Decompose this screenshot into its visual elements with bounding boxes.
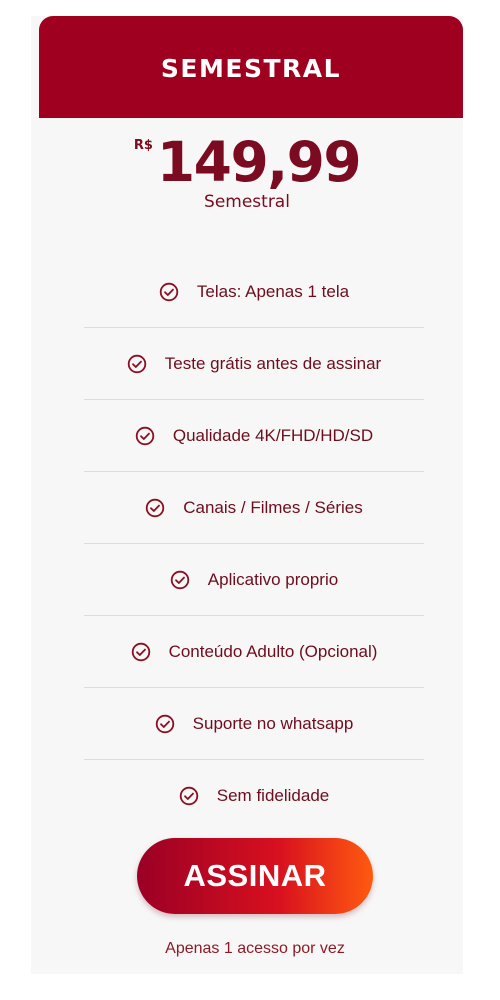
feature-label: Suporte no whatsapp [192,713,354,733]
check-circle-icon [155,714,174,733]
feature-item: Suporte no whatsapp [84,688,424,760]
feature-item: Canais / Filmes / Séries [84,472,424,544]
check-circle-icon [159,282,179,301]
check-circle-icon [179,786,198,806]
feature-label: Conteúdo Adulto (Opcional) [168,641,378,661]
feature-item: Conteúdo Adulto (Opcional) [84,616,424,688]
check-circle-icon [127,354,146,373]
feature-label: Telas: Apenas 1 tela [196,281,350,301]
access-note: Apenas 1 acesso por vez [165,940,345,957]
feature-label: Canais / Filmes / Séries [183,497,363,517]
price-row: R$ 149,99 [31,134,463,190]
feature-item: Sem fidelidade [84,760,424,832]
feature-label: Aplicativo proprio [207,569,339,589]
check-circle-icon [146,498,165,517]
plan-header: SEMESTRAL [39,16,463,118]
feature-item: Qualidade 4K/FHD/HD/SD [84,400,424,472]
feature-label: Qualidade 4K/FHD/HD/SD [172,425,374,445]
check-circle-icon [131,642,150,661]
pricing-card: SEMESTRAL R$ 149,99 Semestral Telas: Ape… [31,16,463,974]
feature-item: Aplicativo proprio [84,544,424,616]
feature-item: Teste grátis antes de assinar [84,328,424,400]
subscribe-button[interactable]: ASSINAR [137,838,373,914]
feature-list: Telas: Apenas 1 tela Teste grátis antes … [84,256,424,832]
price-period: Semestral [204,192,290,212]
feature-item: Telas: Apenas 1 tela [84,256,424,328]
feature-label: Sem fidelidade [216,786,330,805]
feature-label: Teste grátis antes de assinar [164,353,382,373]
check-circle-icon [135,426,155,445]
currency-symbol: R$ [133,138,153,153]
plan-title: SEMESTRAL [160,53,342,83]
price-value: 149,99 [156,130,362,194]
price-block: R$ 149,99 Semestral [31,134,463,212]
check-circle-icon [170,570,189,589]
